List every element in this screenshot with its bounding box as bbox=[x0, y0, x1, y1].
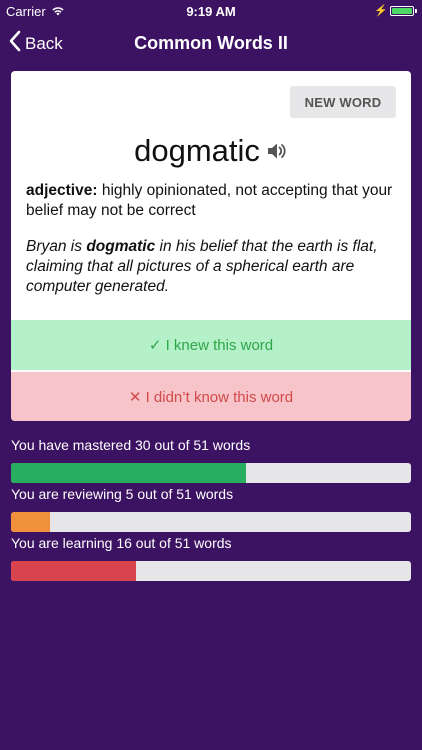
example-word: dogmatic bbox=[86, 238, 156, 255]
definition: adjective: highly opinionated, not accep… bbox=[26, 181, 396, 221]
status-time: 9:19 AM bbox=[186, 4, 236, 19]
didnt-know-word-button[interactable]: ✕ I didn’t know this word bbox=[11, 372, 411, 421]
nav-bar: Back Common Words II bbox=[0, 22, 422, 66]
status-bar: Carrier 9:19 AM ⚡ bbox=[0, 0, 422, 22]
reviewing-label: You are reviewing 5 out of 51 words bbox=[11, 486, 234, 502]
mastered-bar-fill bbox=[11, 463, 247, 483]
word-card: NEW WORD dogmatic adjective: highly opin… bbox=[11, 71, 411, 421]
reviewing-bar-track bbox=[11, 512, 411, 532]
speaker-icon[interactable] bbox=[266, 141, 288, 161]
reviewing-bar-fill bbox=[11, 512, 51, 532]
mastered-label: You have mastered 30 out of 51 words bbox=[11, 437, 251, 453]
learning-label: You are learning 16 out of 51 words bbox=[11, 535, 232, 551]
learning-bar-track bbox=[11, 561, 411, 581]
charging-icon: ⚡ bbox=[374, 5, 388, 17]
part-of-speech: adjective: bbox=[26, 182, 98, 199]
mastered-bar-track bbox=[11, 463, 411, 483]
mastered-progress: You have mastered 30 out of 51 words bbox=[11, 437, 411, 483]
example-sentence: Bryan is dogmatic in his belief that the… bbox=[26, 237, 396, 297]
example-before: Bryan is bbox=[26, 238, 87, 255]
knew-word-button[interactable]: ✓ I knew this word bbox=[11, 320, 411, 370]
battery-level bbox=[392, 8, 412, 14]
vocabulary-word: dogmatic bbox=[134, 133, 260, 168]
word-row: dogmatic bbox=[11, 133, 411, 169]
battery-tip bbox=[415, 9, 417, 13]
learning-progress: You are learning 16 out of 51 words bbox=[11, 535, 411, 581]
learning-bar-fill bbox=[11, 561, 137, 581]
new-word-button[interactable]: NEW WORD bbox=[290, 86, 396, 118]
reviewing-progress: You are reviewing 5 out of 51 words bbox=[11, 486, 411, 532]
page-title: Common Words II bbox=[134, 33, 288, 53]
battery-icon bbox=[390, 6, 414, 16]
